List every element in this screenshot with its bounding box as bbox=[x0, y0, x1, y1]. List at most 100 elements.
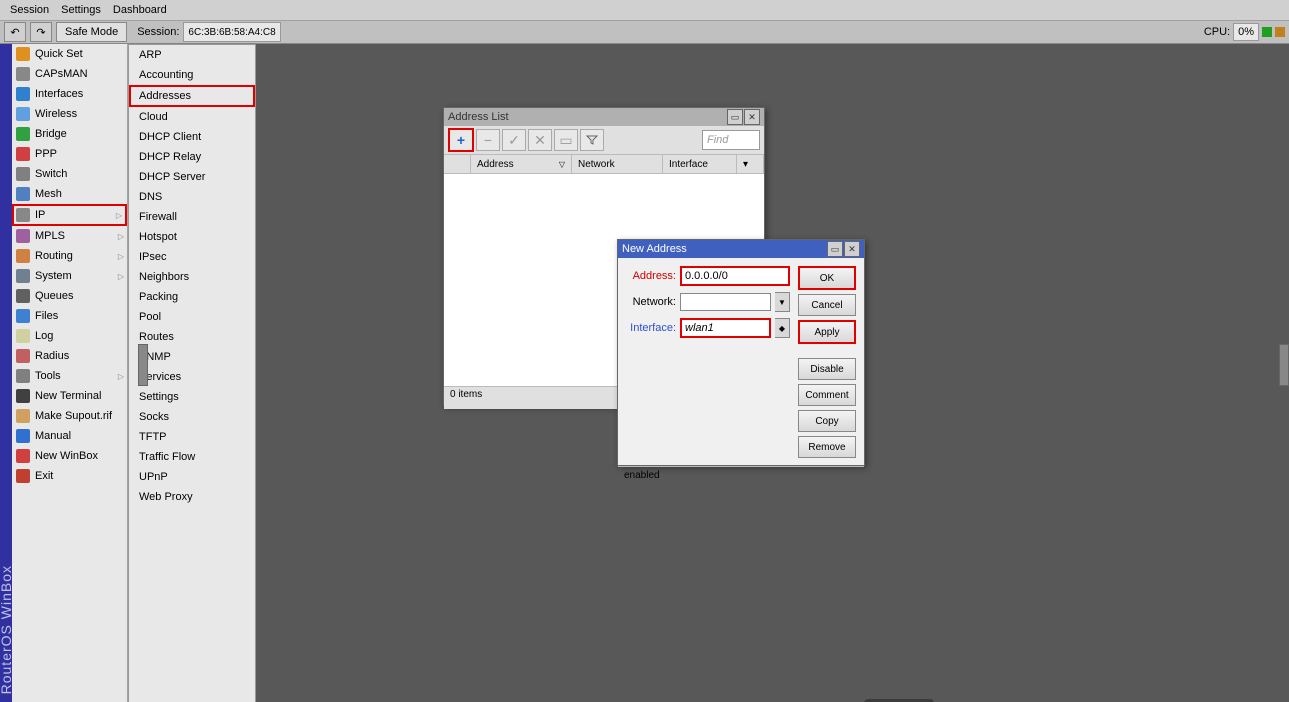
submenu-item-upnp[interactable]: UPnP bbox=[129, 467, 255, 487]
undo-button[interactable]: ↶ bbox=[4, 22, 26, 42]
submenu-item-ipsec[interactable]: IPsec bbox=[129, 247, 255, 267]
sidebar-icon bbox=[16, 389, 30, 403]
submenu-item-traffic-flow[interactable]: Traffic Flow bbox=[129, 447, 255, 467]
sidebar-item-queues[interactable]: Queues bbox=[12, 286, 127, 306]
address-list-titlebar[interactable]: Address List ▭ ✕ bbox=[444, 108, 764, 126]
submenu-item-accounting[interactable]: Accounting bbox=[129, 65, 255, 85]
sidebar-label: Files bbox=[35, 310, 58, 322]
sidebar-label: Quick Set bbox=[35, 48, 83, 60]
col-interface[interactable]: Interface bbox=[663, 155, 737, 173]
new-address-title: New Address bbox=[622, 243, 687, 255]
sidebar-icon bbox=[16, 167, 30, 181]
address-list-header: Address▽ Network Interface ▾ bbox=[444, 154, 764, 174]
sidebar-item-make-supout.rif[interactable]: Make Supout.rif bbox=[12, 406, 127, 426]
sidebar-item-bridge[interactable]: Bridge bbox=[12, 124, 127, 144]
new-address-titlebar[interactable]: New Address ▭ ✕ bbox=[618, 240, 864, 258]
comment-button[interactable]: Comment bbox=[798, 384, 856, 406]
submenu-item-dhcp-relay[interactable]: DHCP Relay bbox=[129, 147, 255, 167]
apply-button[interactable]: Apply bbox=[798, 320, 856, 344]
submenu-item-dhcp-server[interactable]: DHCP Server bbox=[129, 167, 255, 187]
sidebar-label: Queues bbox=[35, 290, 74, 302]
sidebar-item-new-terminal[interactable]: New Terminal bbox=[12, 386, 127, 406]
submenu-item-packing[interactable]: Packing bbox=[129, 287, 255, 307]
sidebar-item-capsman[interactable]: CAPsMAN bbox=[12, 64, 127, 84]
sidebar-label: Radius bbox=[35, 350, 69, 362]
submenu-item-neighbors[interactable]: Neighbors bbox=[129, 267, 255, 287]
sidebar-icon bbox=[16, 208, 30, 222]
submenu-item-settings[interactable]: Settings bbox=[129, 387, 255, 407]
menu-session[interactable]: Session bbox=[10, 4, 49, 16]
sidebar-item-exit[interactable]: Exit bbox=[12, 466, 127, 486]
ok-button[interactable]: OK bbox=[798, 266, 856, 290]
sidebar-label: Tools bbox=[35, 370, 61, 382]
sidebar-label: IP bbox=[35, 209, 45, 221]
new-address-buttons: OK Cancel Apply Disable Comment Copy Rem… bbox=[798, 266, 856, 458]
menu-settings[interactable]: Settings bbox=[61, 4, 101, 16]
submenu-item-pool[interactable]: Pool bbox=[129, 307, 255, 327]
sidebar-item-mesh[interactable]: Mesh bbox=[12, 184, 127, 204]
submenu-item-firewall[interactable]: Firewall bbox=[129, 207, 255, 227]
network-dropdown[interactable]: ▼ bbox=[775, 292, 790, 312]
sidebar-item-wireless[interactable]: Wireless bbox=[12, 104, 127, 124]
minimize-icon[interactable]: ▭ bbox=[827, 241, 843, 257]
submenu-item-dhcp-client[interactable]: DHCP Client bbox=[129, 127, 255, 147]
interface-dropdown[interactable]: ◆ bbox=[775, 318, 790, 338]
submenu-item-web-proxy[interactable]: Web Proxy bbox=[129, 487, 255, 507]
sidebar-item-log[interactable]: Log bbox=[12, 326, 127, 346]
sidebar-item-manual[interactable]: Manual bbox=[12, 426, 127, 446]
add-button[interactable]: + bbox=[448, 128, 474, 152]
col-address[interactable]: Address▽ bbox=[471, 155, 572, 173]
sidebar-item-quick-set[interactable]: Quick Set bbox=[12, 44, 127, 64]
sidebar-item-interfaces[interactable]: Interfaces bbox=[12, 84, 127, 104]
sidebar-item-mpls[interactable]: MPLS▷ bbox=[12, 226, 127, 246]
minimize-icon[interactable]: ▭ bbox=[727, 109, 743, 125]
submenu-item-arp[interactable]: ARP bbox=[129, 45, 255, 65]
address-input[interactable]: 0.0.0.0/0 bbox=[680, 266, 790, 286]
find-input[interactable]: Find bbox=[702, 130, 760, 150]
copy-button[interactable]: Copy bbox=[798, 410, 856, 432]
edge-handle-right[interactable] bbox=[1279, 344, 1289, 386]
filter-button[interactable] bbox=[580, 129, 604, 151]
sidebar-item-new-winbox[interactable]: New WinBox bbox=[12, 446, 127, 466]
safe-mode-button[interactable]: Safe Mode bbox=[56, 22, 127, 42]
redo-button[interactable]: ↷ bbox=[30, 22, 52, 42]
sidebar-icon bbox=[16, 187, 30, 201]
enable-button[interactable]: ✓ bbox=[502, 129, 526, 151]
sidebar-item-switch[interactable]: Switch bbox=[12, 164, 127, 184]
sidebar-item-tools[interactable]: Tools▷ bbox=[12, 366, 127, 386]
submenu-item-addresses[interactable]: Addresses bbox=[129, 85, 255, 107]
session-value: 6C:3B:6B:58:A4:C8 bbox=[183, 22, 280, 42]
sidebar-item-ip[interactable]: IP▷ bbox=[12, 204, 127, 226]
submenu-item-tftp[interactable]: TFTP bbox=[129, 427, 255, 447]
col-flag[interactable] bbox=[444, 155, 471, 173]
disable-button[interactable]: Disable bbox=[798, 358, 856, 380]
remove-button[interactable]: − bbox=[476, 129, 500, 151]
sidebar-label: Switch bbox=[35, 168, 67, 180]
remove-button[interactable]: Remove bbox=[798, 436, 856, 458]
col-menu[interactable]: ▾ bbox=[737, 155, 764, 173]
edge-handle-left[interactable] bbox=[138, 344, 148, 386]
sidebar-item-files[interactable]: Files bbox=[12, 306, 127, 326]
sidebar-icon bbox=[16, 329, 30, 343]
submenu-item-socks[interactable]: Socks bbox=[129, 407, 255, 427]
sidebar-label: Mesh bbox=[35, 188, 62, 200]
cpu-value: 0% bbox=[1233, 23, 1259, 41]
col-network[interactable]: Network bbox=[572, 155, 663, 173]
interface-input[interactable]: wlan1 bbox=[680, 318, 771, 338]
sidebar-item-radius[interactable]: Radius bbox=[12, 346, 127, 366]
sidebar-item-ppp[interactable]: PPP bbox=[12, 144, 127, 164]
menu-dashboard[interactable]: Dashboard bbox=[113, 4, 167, 16]
disable-button[interactable]: ✕ bbox=[528, 129, 552, 151]
sidebar-label: Wireless bbox=[35, 108, 77, 120]
submenu-item-cloud[interactable]: Cloud bbox=[129, 107, 255, 127]
sidebar-item-routing[interactable]: Routing▷ bbox=[12, 246, 127, 266]
close-icon[interactable]: ✕ bbox=[744, 109, 760, 125]
submenu-item-hotspot[interactable]: Hotspot bbox=[129, 227, 255, 247]
close-icon[interactable]: ✕ bbox=[844, 241, 860, 257]
submenu-item-dns[interactable]: DNS bbox=[129, 187, 255, 207]
sidebar-label: Exit bbox=[35, 470, 53, 482]
comment-button[interactable]: ▭ bbox=[554, 129, 578, 151]
sidebar-item-system[interactable]: System▷ bbox=[12, 266, 127, 286]
cancel-button[interactable]: Cancel bbox=[798, 294, 856, 316]
network-input[interactable] bbox=[680, 293, 771, 311]
